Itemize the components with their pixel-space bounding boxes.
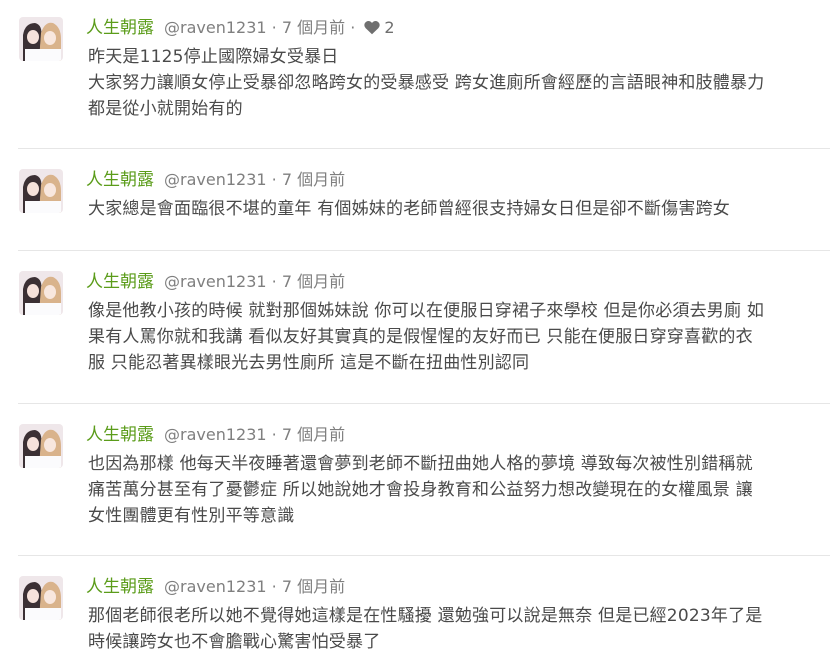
comment-line: 像是他教小孩的時候 就對那個姊妹說 你可以在便服日穿裙子來學校 但是你必須去男廁… (88, 301, 765, 321)
timestamp[interactable]: 7 個月前 (282, 18, 345, 37)
comment-line: 時候讓跨女也不會膽戰心驚害怕受暴了 (88, 632, 381, 652)
anime-avatar-icon (19, 169, 63, 213)
comment-meta: 人生朝露 @raven1231 · 7 個月前 (86, 270, 345, 294)
comment-line: 都是從小就開始有的 (88, 99, 243, 119)
divider (18, 148, 830, 149)
divider (18, 555, 830, 556)
username[interactable]: 人生朝露 (86, 272, 154, 292)
separator: · (350, 18, 356, 37)
user-handle[interactable]: @raven1231 (164, 18, 267, 37)
timestamp[interactable]: 7 個月前 (282, 425, 345, 444)
timestamp[interactable]: 7 個月前 (282, 272, 345, 291)
heart-icon[interactable] (364, 20, 381, 35)
like-count: 2 (360, 16, 395, 40)
separator: · (271, 18, 277, 37)
username[interactable]: 人生朝露 (86, 170, 154, 190)
user-handle[interactable]: @raven1231 (164, 577, 267, 596)
comment-body: 昨天是1125停止國際婦女受暴日 大家努力讓順女停止受暴卻忽略跨女的受暴感受 跨… (88, 44, 833, 122)
anime-avatar-icon (19, 17, 63, 61)
comment-meta: 人生朝露 @raven1231 · 7 個月前 (86, 575, 345, 599)
avatar[interactable] (19, 576, 63, 620)
avatar[interactable] (19, 271, 63, 315)
comment-meta: 人生朝露 @raven1231 · 7 個月前 (86, 168, 345, 192)
timestamp[interactable]: 7 個月前 (282, 170, 345, 189)
separator: · (271, 577, 277, 596)
separator: · (271, 272, 277, 291)
user-handle[interactable]: @raven1231 (164, 425, 267, 444)
divider (18, 403, 830, 404)
comment-body: 像是他教小孩的時候 就對那個姊妹說 你可以在便服日穿裙子來學校 但是你必須去男廁… (88, 298, 833, 376)
separator: · (271, 425, 277, 444)
comment-meta: 人生朝露 @raven1231 · 7 個月前 (86, 423, 345, 447)
comment-body: 也因為那樣 他每天半夜睡著還會夢到老師不斷扭曲她人格的夢境 導致每次被性別錯稱就… (88, 451, 833, 529)
comment-line: 大家總是會面臨很不堪的童年 有個姊妹的老師曾經很支持婦女日但是卻不斷傷害跨女 (88, 199, 731, 219)
comment-meta: 人生朝露 @raven1231 · 7 個月前 · 2 (86, 16, 395, 40)
username[interactable]: 人生朝露 (86, 18, 154, 38)
comment-body: 大家總是會面臨很不堪的童年 有個姊妹的老師曾經很支持婦女日但是卻不斷傷害跨女 (88, 196, 833, 222)
comment-line: 女性團體更有性別平等意識 (88, 506, 295, 526)
anime-avatar-icon (19, 424, 63, 468)
avatar[interactable] (19, 169, 63, 213)
comment-line: 也因為那樣 他每天半夜睡著還會夢到老師不斷扭曲她人格的夢境 導致每次被性別錯稱就 (88, 454, 753, 474)
username[interactable]: 人生朝露 (86, 425, 154, 445)
divider (18, 250, 830, 251)
comment-line: 痛苦萬分甚至有了憂鬱症 所以她說她才會投身教育和公益努力想改變現在的女權風景 讓 (88, 480, 753, 500)
avatar[interactable] (19, 17, 63, 61)
comment-line: 那個老師很老所以她不覺得她這樣是在性騷擾 還勉強可以說是無奈 但是已經2023年… (88, 606, 763, 626)
comment-line: 大家努力讓順女停止受暴卻忽略跨女的受暴感受 跨女進廁所會經歷的言語眼神和肢體暴力 (88, 73, 765, 93)
timestamp[interactable]: 7 個月前 (282, 577, 345, 596)
username[interactable]: 人生朝露 (86, 577, 154, 597)
comment-body: 那個老師很老所以她不覺得她這樣是在性騷擾 還勉強可以說是無奈 但是已經2023年… (88, 603, 833, 655)
anime-avatar-icon (19, 576, 63, 620)
user-handle[interactable]: @raven1231 (164, 272, 267, 291)
user-handle[interactable]: @raven1231 (164, 170, 267, 189)
comment-line: 果有人罵你就和我講 看似友好其實真的是假惺惺的友好而已 只能在便服日穿穿喜歡的衣 (88, 327, 753, 347)
comment-line: 服 只能忍著異樣眼光去男性廁所 這是不斷在扭曲性別認同 (88, 353, 530, 373)
avatar[interactable] (19, 424, 63, 468)
separator: · (271, 170, 277, 189)
anime-avatar-icon (19, 271, 63, 315)
like-count-value: 2 (384, 18, 395, 37)
comment-line: 昨天是1125停止國際婦女受暴日 (88, 47, 339, 67)
